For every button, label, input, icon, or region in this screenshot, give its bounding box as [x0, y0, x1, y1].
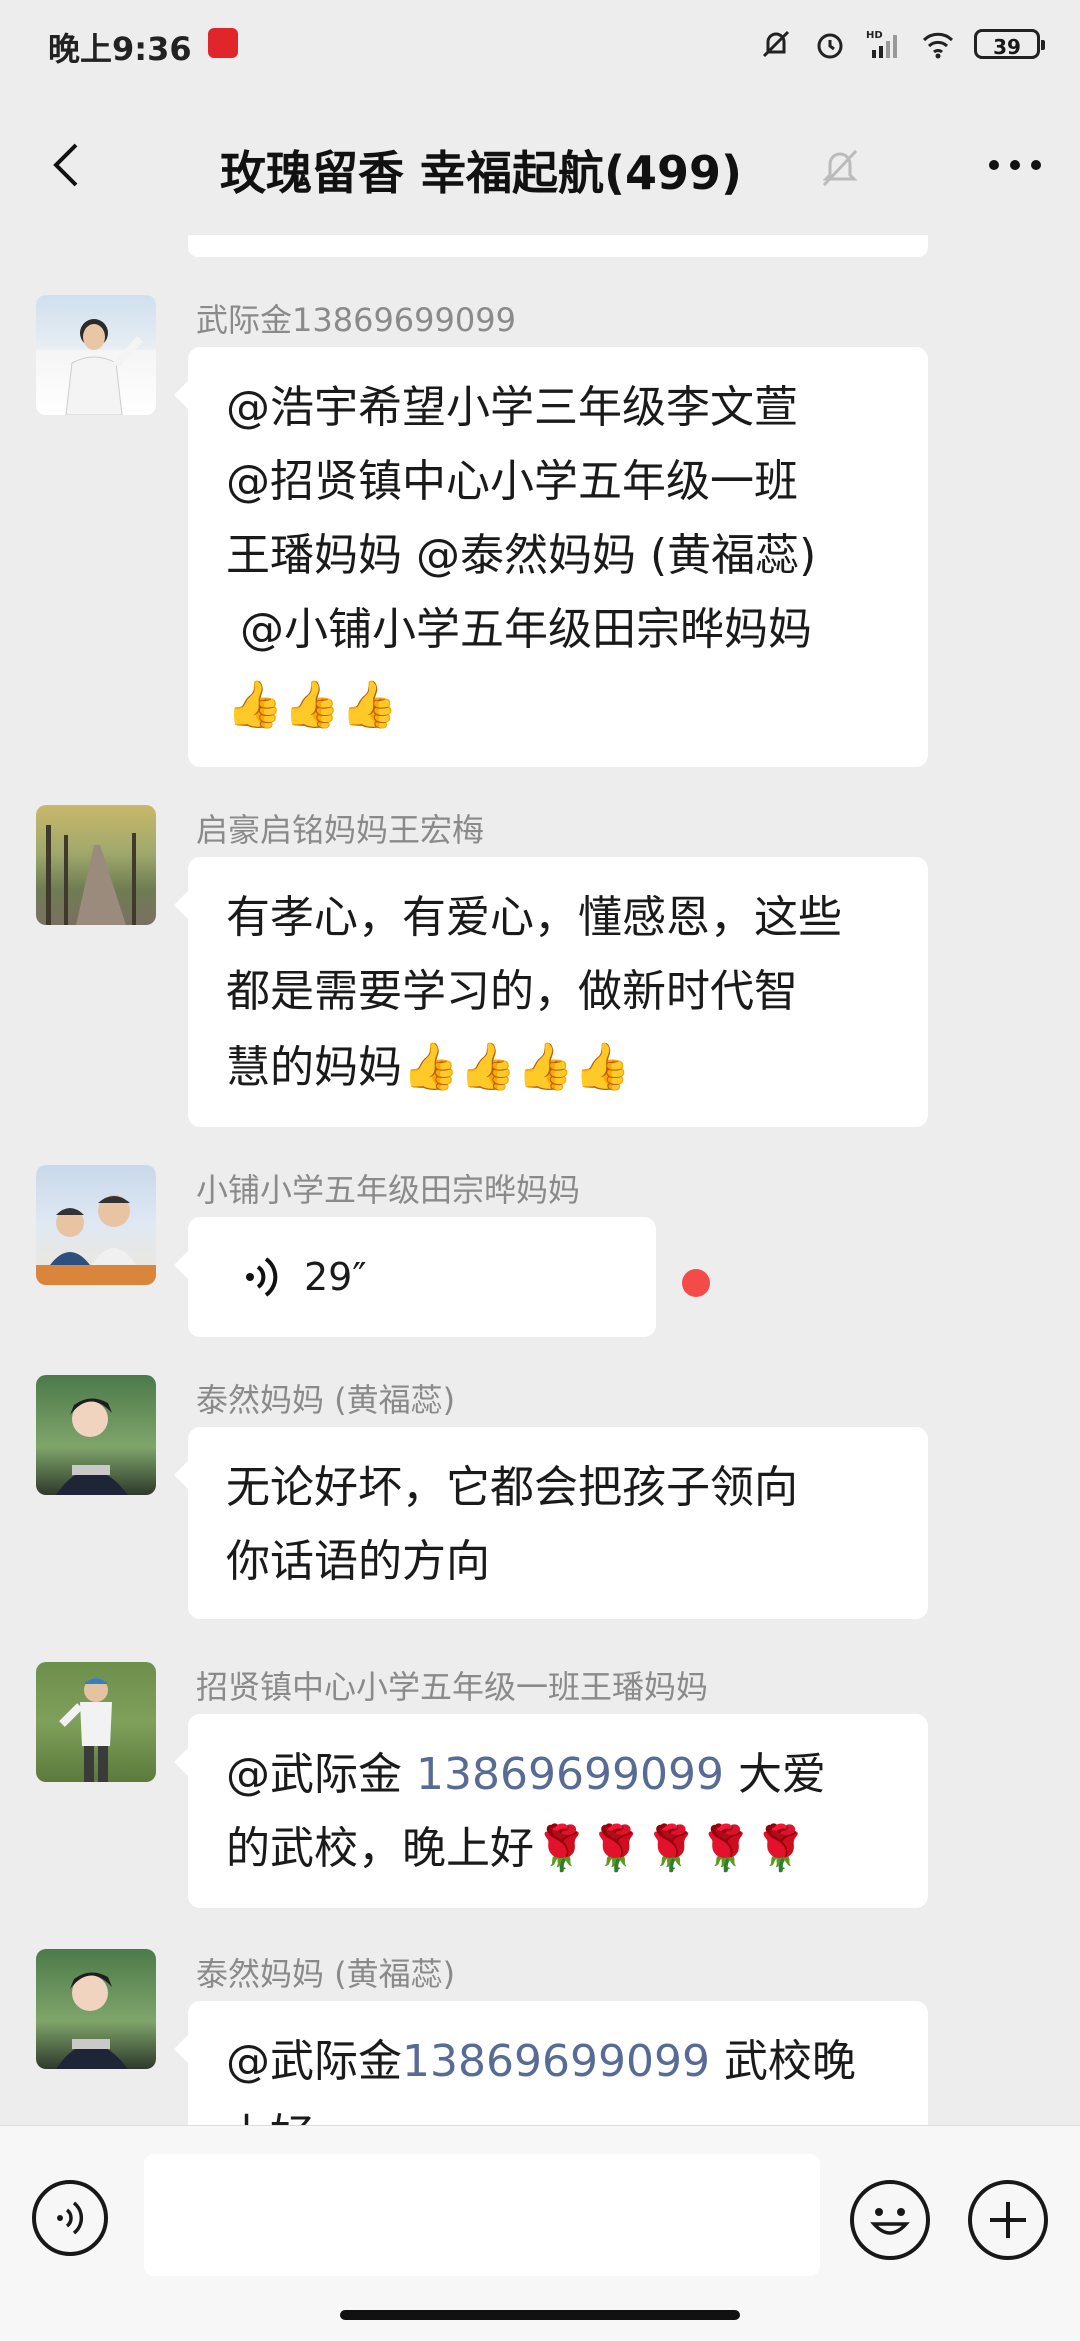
- sender-name: 小铺小学五年级田宗晔妈妈: [196, 1171, 581, 1209]
- chat-header: 玫瑰留香 幸福起航(499): [0, 95, 1080, 235]
- voice-duration: 29″: [304, 1255, 367, 1299]
- voice-toggle-icon[interactable]: [32, 2180, 108, 2256]
- phone-number-link[interactable]: 13869699099: [402, 2036, 710, 2087]
- message-bubble[interactable]: @武际金13869699099 武校晚 上好: [174, 2001, 928, 2125]
- message-line: 有孝心，有爱心，懂感恩，这些: [226, 892, 842, 943]
- avatar-photo-woman: [56, 1972, 128, 2069]
- avatar[interactable]: [36, 1662, 156, 1782]
- avatar-photo-trees: [46, 825, 136, 925]
- chat-message-list[interactable]: 武际金13869699099 @浩宇希望小学三年级李文萱 @招贤镇中心小学五年级…: [0, 235, 1080, 2125]
- message-bubble[interactable]: @武际金 13869699099 大爱 的武校，晚上好🌹🌹🌹🌹🌹: [174, 1714, 928, 1908]
- sender-name: 泰然妈妈 (黄福蕊): [196, 1955, 456, 1993]
- svg-text:HD: HD: [866, 30, 883, 41]
- avatar-photo-children: [36, 1195, 156, 1285]
- sender-name: 武际金13869699099: [196, 301, 516, 339]
- mute-notification-icon: [762, 30, 790, 58]
- message-line: @招贤镇中心小学五年级一班: [226, 456, 798, 507]
- home-indicator[interactable]: [340, 2310, 740, 2320]
- avatar[interactable]: [36, 805, 156, 925]
- sender-name: 泰然妈妈 (黄福蕊): [196, 1381, 456, 1419]
- thumbs-up-emoji: 👍👍👍👍: [402, 1039, 632, 1093]
- message-line: @武际金13869699099 武校晚: [226, 2025, 904, 2099]
- message-text: 武校晚: [723, 2036, 856, 2087]
- mute-bell-icon: [822, 149, 858, 187]
- phone-number-link[interactable]: 13869699099: [416, 1749, 724, 1800]
- emoji-icon[interactable]: [850, 2180, 930, 2260]
- status-bar: 晚上9:36 HD 39: [0, 0, 1080, 95]
- message-line: @浩宇希望小学三年级李文萱: [226, 382, 798, 433]
- message-input[interactable]: [144, 2154, 820, 2276]
- app-notification-icon: [208, 28, 238, 58]
- avatar-photo-man: [65, 319, 143, 415]
- voice-wave-icon: [246, 1257, 278, 1297]
- plus-icon[interactable]: [968, 2180, 1048, 2260]
- avatar[interactable]: [36, 1949, 156, 2069]
- wifi-icon: [922, 32, 954, 59]
- message-line: 都是需要学习的，做新时代智: [226, 966, 798, 1017]
- message-line: 上好: [226, 2099, 904, 2125]
- avatar[interactable]: [36, 1375, 156, 1495]
- hd-signal-icon: HD: [866, 30, 897, 58]
- message-line: @武际金 13869699099 大爱: [226, 1738, 904, 1812]
- message-bubble[interactable]: @浩宇希望小学三年级李文萱 @招贤镇中心小学五年级一班 王璠妈妈 @泰然妈妈 (…: [174, 347, 928, 767]
- avatar-photo-boy: [59, 1678, 112, 1782]
- status-icons: HD 39: [758, 24, 1045, 64]
- message-line: 无论好坏，它都会把孩子领向: [226, 1462, 798, 1513]
- message-text: 的武校，晚上好: [226, 1823, 534, 1874]
- avatar[interactable]: [36, 1165, 156, 1285]
- avatar-photo-woman: [56, 1398, 128, 1495]
- input-bar: [0, 2125, 1080, 2341]
- message-line: 慧的妈妈👍👍👍👍: [226, 1029, 904, 1105]
- message-line: 的武校，晚上好🌹🌹🌹🌹🌹: [226, 1812, 904, 1886]
- voice-message-bubble[interactable]: 29″: [174, 1217, 656, 1337]
- battery-icon: 39: [974, 29, 1045, 59]
- avatar[interactable]: [36, 295, 156, 415]
- mention-text: @武际金: [226, 1749, 402, 1800]
- previous-message-bubble: [188, 235, 928, 257]
- page-title: 玫瑰留香 幸福起航(499): [220, 146, 743, 200]
- sender-name: 招贤镇中心小学五年级一班王璠妈妈: [196, 1668, 709, 1706]
- message-bubble[interactable]: 无论好坏，它都会把孩子领向 你话语的方向: [174, 1427, 928, 1619]
- mention-text: @武际金: [226, 2036, 402, 2087]
- message-line: 王璠妈妈 @泰然妈妈 (黄福蕊): [226, 530, 817, 581]
- message-text: 慧的妈妈: [226, 1042, 402, 1093]
- message-line: 你话语的方向: [226, 1536, 490, 1587]
- message-line: @小铺小学五年级田宗晔妈妈: [226, 604, 812, 655]
- more-dots-icon[interactable]: [980, 135, 1050, 195]
- alarm-icon: [817, 33, 843, 59]
- unread-voice-dot: [682, 1269, 710, 1297]
- message-text: 大爱: [737, 1749, 826, 1800]
- back-arrow-icon[interactable]: [38, 135, 98, 195]
- rose-emoji: 🌹🌹🌹🌹🌹: [534, 1823, 808, 1874]
- status-time: 晚上9:36: [48, 30, 192, 68]
- thumbs-up-emoji: 👍👍👍: [226, 677, 398, 731]
- message-bubble[interactable]: 有孝心，有爱心，懂感恩，这些 都是需要学习的，做新时代智 慧的妈妈👍👍👍👍: [174, 857, 928, 1127]
- sender-name: 启豪启铭妈妈王宏梅: [196, 811, 485, 849]
